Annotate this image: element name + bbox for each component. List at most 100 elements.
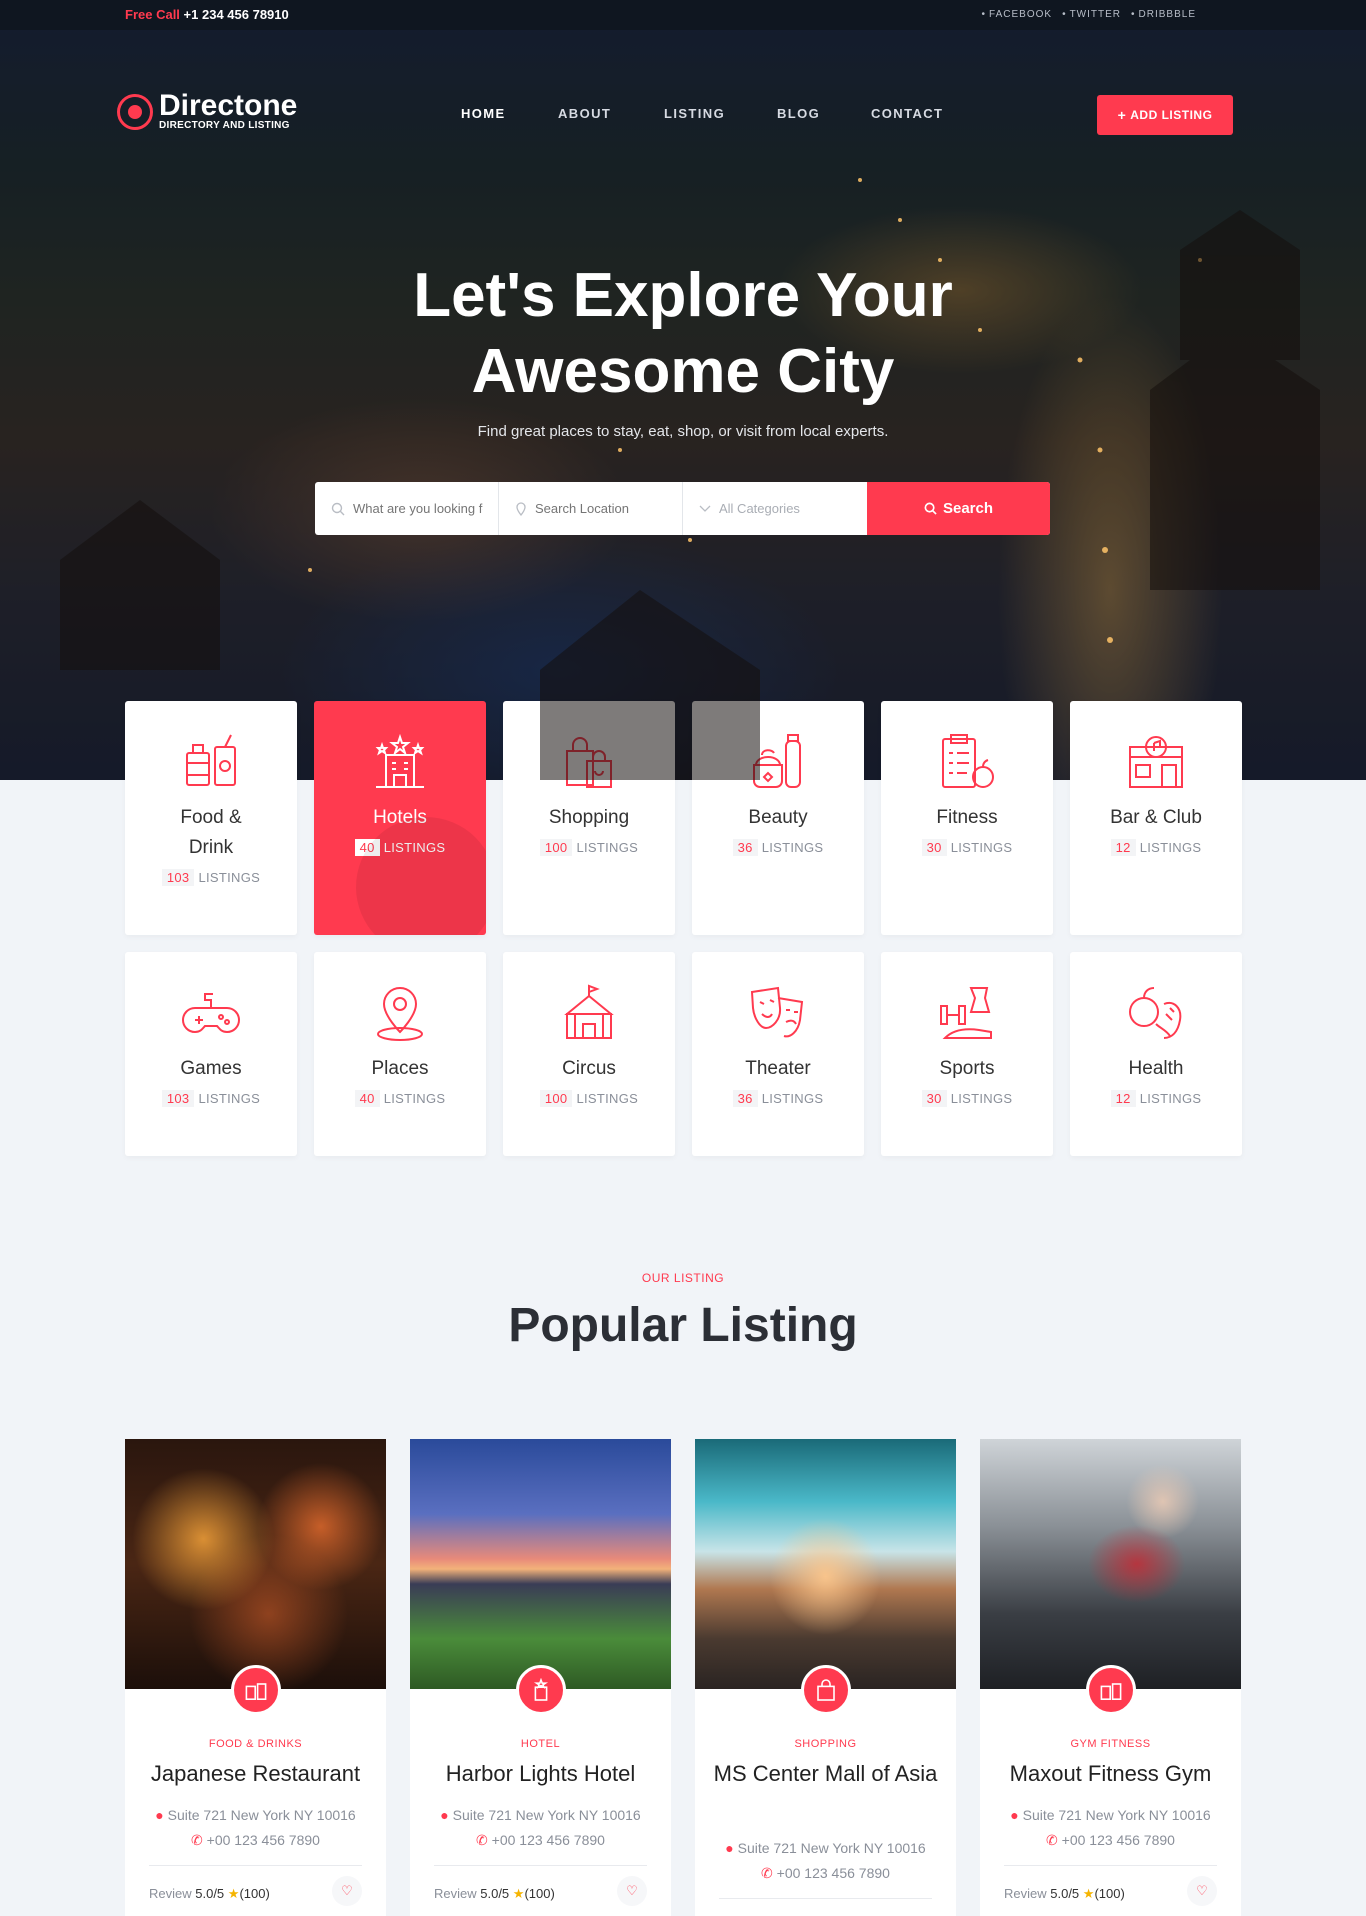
category-count: 100 LISTINGS [503,1090,675,1107]
category-card-theater[interactable]: Theater 36 LISTINGS [692,952,864,1156]
gamepad-icon [182,993,240,1034]
nav-contact[interactable]: CONTACT [871,106,961,121]
listing-rating: Review 5.0/5 ★(100) [434,1886,555,1901]
listing-rating: Review 5.0/5 ★(100) [149,1886,270,1901]
category-name: Theater [745,1058,811,1079]
location-input[interactable] [535,501,665,516]
category-name: Bar & Club [1110,807,1202,828]
category-count: 30 LISTINGS [881,839,1053,856]
nav-blog[interactable]: BLOG [777,106,871,121]
social-links: FACEBOOK TWITTER DRIBBBLE [982,9,1196,20]
hero-title-line1: Let's Explore Your [413,261,953,330]
listing-address: ● Suite 721 New York NY 10016 [155,1807,356,1823]
health-icon [1129,987,1182,1039]
listing-title[interactable]: Harbor Lights Hotel [420,1757,661,1790]
listing-title[interactable]: Japanese Restaurant [135,1757,376,1790]
listing-photo-mall [695,1439,956,1689]
search-bar: All Categories Search [315,482,1050,535]
star-icon: ★ [512,1886,525,1901]
listing-category: SHOPPING [794,1738,857,1750]
theater-masks-icon [750,986,804,1038]
listing-card[interactable]: HOTEL Harbor Lights Hotel ● Suite 721 Ne… [410,1439,671,1916]
add-listing-button[interactable]: + ADD LISTING [1097,95,1233,135]
category-card-places[interactable]: Places 40 LISTINGS [314,952,486,1156]
category-count: 40 LISTINGS [314,1090,486,1107]
phone-icon: ✆ [761,1865,777,1881]
section-kicker: OUR LISTING [641,1271,725,1285]
category-name: Health [1128,1058,1184,1079]
listing-rating: Review 5.0/5 ★(100) [1004,1886,1125,1901]
category-name: Hotels [373,807,427,828]
listing-category: HOTEL [520,1738,561,1750]
category-card-games[interactable]: Games 103 LISTINGS [125,952,297,1156]
phone-icon: ✆ [476,1832,492,1848]
nav-home[interactable]: HOME [461,106,558,121]
listing-title[interactable]: MS Center Mall of Asia [705,1757,946,1790]
hero-title: Let's Explore Your Awesome City [0,258,1366,410]
section-title: Popular Listing [508,1299,858,1352]
category-count: 12 LISTINGS [1070,1090,1242,1107]
plus-icon: + [1117,107,1127,123]
listing-photo-gym [980,1439,1241,1689]
category-select[interactable]: All Categories [683,482,867,535]
category-count: 103 LISTINGS [125,869,297,886]
category-name: Fitness [936,807,998,828]
listing-photo-hotel [410,1439,671,1689]
listing-footer: Review 5.0/5 ★(100) ♡ [1004,1865,1217,1916]
star-icon: ★ [227,1886,240,1901]
listing-card[interactable]: GYM FITNESS Maxout Fitness Gym ● Suite 7… [980,1439,1241,1916]
listing-photo-restaurant [125,1439,386,1689]
category-count: 30 LISTINGS [881,1090,1053,1107]
listing-footer: Review 5.0/5 ★(100) ♡ [434,1865,647,1916]
nav-about[interactable]: ABOUT [558,106,664,121]
listing-phone: ✆ +00 123 456 7890 [1046,1832,1175,1848]
keyword-field[interactable] [315,482,499,535]
category-count: 103 LISTINGS [125,1090,297,1107]
search-button[interactable]: Search [867,482,1050,535]
star-icon: ★ [1082,1886,1095,1901]
category-name: Sports [939,1058,995,1079]
map-marker-icon: ● [725,1840,738,1856]
hero-banner: Directone DIRECTORY AND LISTING HOME ABO… [0,30,1366,780]
listing-title[interactable]: Maxout Fitness Gym [990,1757,1231,1790]
category-count: 36 LISTINGS [692,839,864,856]
category-name: Shopping [548,807,630,828]
food-drink-icon [231,1665,281,1715]
social-twitter-link[interactable]: TWITTER [1062,9,1121,20]
listing-category: FOOD & DRINKS [208,1738,303,1750]
favorite-button[interactable]: ♡ [617,1876,647,1906]
favorite-button[interactable]: ♡ [1187,1876,1217,1906]
category-card-sports[interactable]: Sports 30 LISTINGS [881,952,1053,1156]
location-field[interactable] [499,482,683,535]
hero-subtitle: Find great places to stay, eat, shop, or… [477,423,889,440]
category-count: 36 LISTINGS [692,1090,864,1107]
brand-logo[interactable]: Directone DIRECTORY AND LISTING [117,89,298,131]
keyword-input[interactable] [353,501,483,516]
location-pin-icon [377,986,423,1041]
listing-card[interactable]: FOOD & DRINKS Japanese Restaurant ● Suit… [125,1439,386,1916]
listing-footer [719,1898,932,1916]
category-card-health[interactable]: Health 12 LISTINGS [1070,952,1242,1156]
chevron-down-icon [699,505,711,512]
nav-listing[interactable]: LISTING [664,106,777,121]
search-icon [331,502,345,515]
top-bar: Free Call +1 234 456 78910 FACEBOOK TWIT… [0,0,1366,30]
social-dribbble-link[interactable]: DRIBBBLE [1131,9,1196,20]
compass-logo-icon [117,93,153,130]
heart-icon: ♡ [1196,1883,1208,1898]
main-nav: HOME ABOUT LISTING BLOG CONTACT [461,106,961,121]
map-marker-icon: ● [440,1807,453,1823]
free-call-phone[interactable]: +1 234 456 78910 [184,7,289,22]
map-marker-icon: ● [1010,1807,1023,1823]
category-count: 40 LISTINGS [314,839,486,856]
brand-name: Directone [159,89,298,122]
listing-card[interactable]: SHOPPING MS Center Mall of Asia ● Suite … [695,1439,956,1916]
category-name: Food & Drink [180,807,242,858]
listing-address: ● Suite 721 New York NY 10016 [1010,1807,1211,1823]
category-count: 12 LISTINGS [1070,839,1242,856]
listing-phone: ✆ +00 123 456 7890 [476,1832,605,1848]
social-facebook-link[interactable]: FACEBOOK [982,9,1053,20]
category-card-circus[interactable]: Circus 100 LISTINGS [503,952,675,1156]
add-listing-label: ADD LISTING [1130,108,1213,122]
favorite-button[interactable]: ♡ [332,1876,362,1906]
